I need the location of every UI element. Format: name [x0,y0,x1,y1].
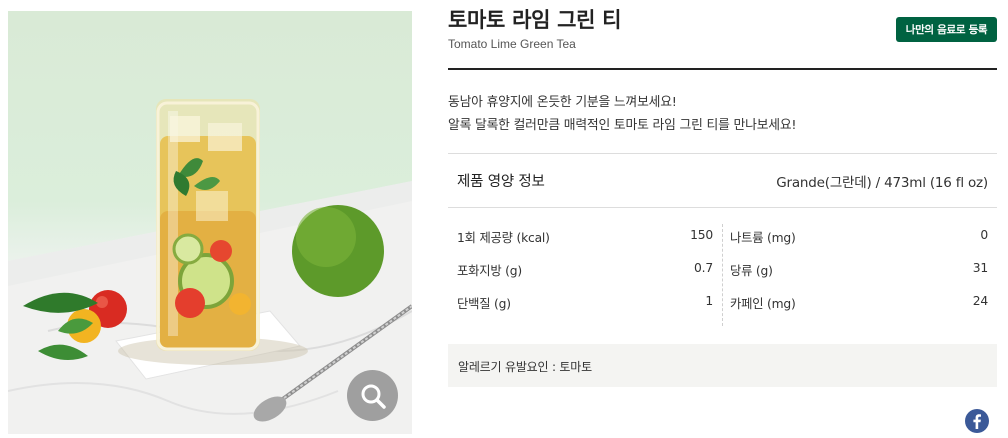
nutrition-table: 1회 제공량 (kcal) 150 포화지방 (g) 0.7 단백질 (g) 1… [448,222,997,328]
nutrition-label: 포화지방 (g) [457,264,522,278]
magnifier-icon [361,384,386,409]
nutrition-label: 단백질 (g) [457,297,511,311]
nutrition-label: 1회 제공량 (kcal) [457,231,550,245]
product-image [8,11,412,434]
nutrition-row: 단백질 (g) 1 [457,290,713,311]
nutrition-column-left: 1회 제공량 (kcal) 150 포화지방 (g) 0.7 단백질 (g) 1 [457,222,713,328]
nutrition-column-right: 나트륨 (mg) 0 당류 (g) 31 카페인 (mg) 24 [730,222,988,328]
allergy-box: 알레르기 유발요인 : 토마토 [448,344,997,387]
column-divider [722,224,723,326]
nutrition-row: 나트륨 (mg) 0 [730,224,988,245]
nutrition-row: 당류 (g) 31 [730,257,988,278]
zoom-button[interactable] [347,370,398,421]
facebook-share-button[interactable] [965,409,989,433]
section-divider [448,207,997,208]
product-description: 동남아 휴양지에 온듯한 기분을 느껴보세요! 알록 달록한 컬러만큼 매력적인… [448,91,997,137]
product-subtitle: Tomato Lime Green Tea [448,37,576,51]
nutrition-row: 포화지방 (g) 0.7 [457,257,713,278]
nutrition-value: 0.7 [694,261,713,275]
serving-size: Grande(그란데) / 473ml (16 fl oz) [776,175,988,191]
drink-illustration [8,99,412,434]
nutrition-label: 카페인 (mg) [730,297,796,311]
nutrition-value: 24 [972,294,988,308]
description-line: 알록 달록한 컬러만큼 매력적인 토마토 라임 그린 티를 만나보세요! [448,118,797,133]
nutrition-value: 31 [972,261,988,275]
register-my-drink-button[interactable]: 나만의 음료로 등록 [896,17,997,42]
description-line: 동남아 휴양지에 온듯한 기분을 느껴보세요! [448,95,677,110]
nutrition-row: 카페인 (mg) 24 [730,290,988,311]
section-divider [448,153,997,154]
header-divider [448,68,997,70]
nutrition-heading: 제품 영양 정보 [457,174,545,190]
product-title: 토마토 라임 그린 티 [448,8,622,32]
nutrition-row: 1회 제공량 (kcal) 150 [457,224,713,245]
nutrition-value: 1 [705,294,713,308]
nutrition-value: 0 [980,228,988,242]
nutrition-value: 150 [690,228,713,242]
facebook-icon [973,414,981,429]
nutrition-label: 나트륨 (mg) [730,231,796,245]
nutrition-label: 당류 (g) [730,264,773,278]
allergy-text: 알레르기 유발요인 : 토마토 [458,360,592,374]
